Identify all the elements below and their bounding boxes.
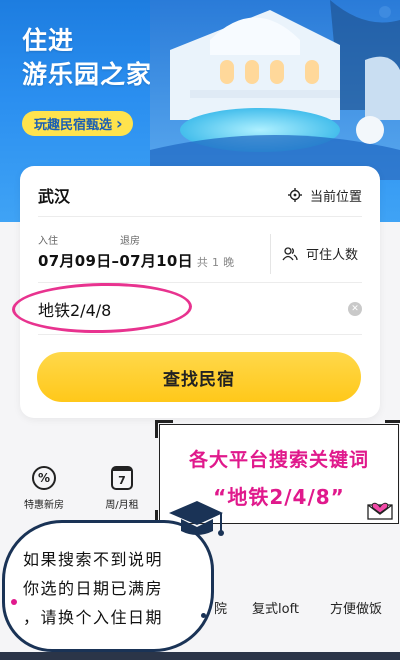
highlight-circle-annotation <box>11 281 193 335</box>
current-location-label: 当前位置 <box>309 189 362 205</box>
date-range: 07月09日–07月10日共 1 晚 <box>38 250 234 271</box>
guests-selector[interactable]: 可住人数 <box>282 244 358 263</box>
decor-dot <box>11 599 17 605</box>
quick-entry-monthly[interactable]: 7 周/月租 <box>92 466 152 511</box>
date-selector[interactable]: 入住 退房 07月09日–07月10日共 1 晚 可住人数 <box>38 232 362 276</box>
calendar-icon: 7 <box>111 466 133 490</box>
divider <box>38 216 362 217</box>
featured-homestay-label: 玩趣民宿甄选 <box>34 118 113 133</box>
date-range-value: 07月09日–07月10日 <box>38 252 193 270</box>
featured-homestay-button[interactable]: 玩趣民宿甄选 › <box>22 111 133 136</box>
guests-label: 可住人数 <box>306 248 359 263</box>
discount-icon: % <box>32 466 56 490</box>
note-line: ，请换个入住日期 <box>23 608 164 627</box>
note-line: 如果搜索不到说明 <box>23 550 164 569</box>
quick-entry-discount[interactable]: % 特惠新房 <box>14 466 74 511</box>
note-text: 如果搜索不到说明 你选的日期已满房 ，请换个入住日期 <box>23 545 213 632</box>
nights-count: 共 1 晚 <box>196 256 235 269</box>
annotation-title: 各大平台搜索关键词 <box>188 449 369 471</box>
heart-envelope-icon <box>367 502 393 520</box>
clear-icon[interactable]: ✕ <box>348 302 362 316</box>
tab-cooking[interactable]: 方便做饭 <box>330 598 382 617</box>
divider <box>38 334 362 335</box>
hero-title-line2: 游乐园之家 <box>22 60 153 89</box>
hero-title-line1: 住进 <box>22 26 75 55</box>
bottom-image-strip <box>0 652 400 660</box>
quick-entry-label: 周/月租 <box>105 500 139 511</box>
city-selector[interactable]: 武汉 <box>38 183 70 207</box>
chevron-right-icon: › <box>116 113 123 133</box>
decor-dot <box>201 613 206 618</box>
tab-courtyard[interactable]: 院 <box>214 598 227 617</box>
villa-pool-illustration <box>150 0 400 180</box>
search-card: 武汉 当前位置 入住 退房 07月09日–07月10日共 1 晚 可住人数 地铁… <box>11 166 380 418</box>
tab-loft[interactable]: 复式loft <box>252 598 299 617</box>
hero-title: 住进 游乐园之家 <box>22 24 152 92</box>
locate-crosshair-icon <box>287 188 302 202</box>
note-bubble: 如果搜索不到说明 你选的日期已满房 ，请换个入住日期 <box>2 501 224 652</box>
quick-entry-label: 特惠新房 <box>24 500 64 511</box>
checkout-label: 退房 <box>120 236 140 247</box>
current-location-button[interactable]: 当前位置 <box>287 186 362 205</box>
search-homestay-button[interactable]: 查找民宿 <box>37 352 361 402</box>
graduation-cap-icon <box>169 501 224 536</box>
guests-icon <box>282 246 298 260</box>
divider <box>270 234 271 274</box>
note-line: 你选的日期已满房 <box>23 579 164 598</box>
checkin-label: 入住 <box>38 236 58 247</box>
